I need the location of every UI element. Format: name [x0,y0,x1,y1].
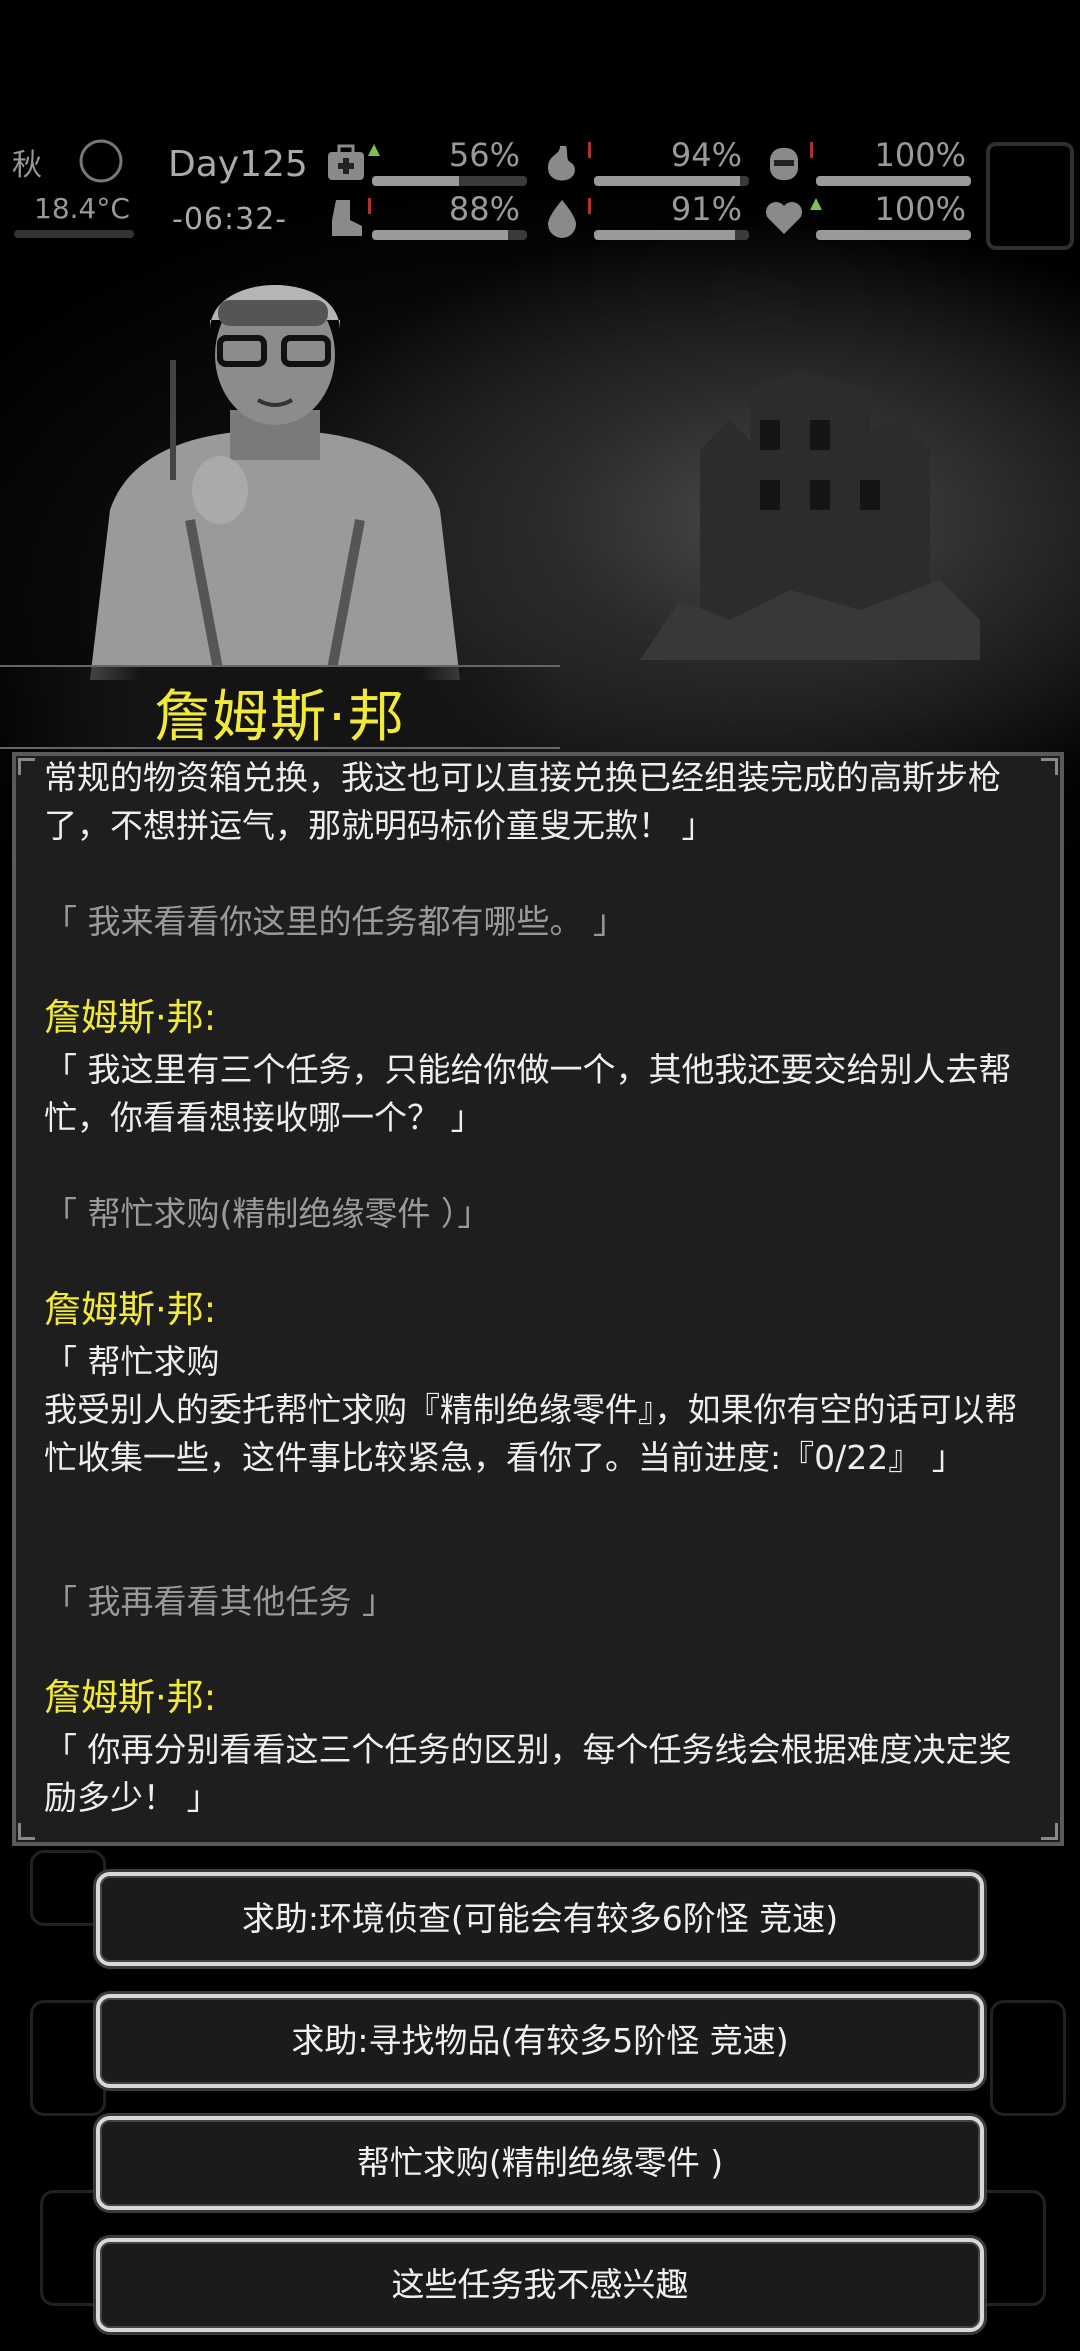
ruined-building-illustration [640,360,980,660]
option-purchase-parts-button[interactable]: 帮忙求购(精制绝缘零件 ) [96,2116,984,2210]
status-hud: 秋 18.4°C Day125 -06:32- 56% 94% 100% 88%… [0,136,1080,250]
water-drop-icon [540,196,584,240]
trend-down-icon [810,142,813,158]
frame-corner [18,1823,35,1840]
stamina-bar [816,176,971,186]
frame-corner [1041,758,1058,775]
dialog-speaker-name: 詹姆斯·邦: [44,1288,217,1331]
stamina-bar-fill [816,176,971,186]
day-counter: Day125 [168,144,308,185]
dialog-npc-text: 我受别人的委托帮忙求购『精制绝缘零件』，如果你有空的话可以帮忙收集一些，这件事比… [44,1390,1018,1477]
season-label: 秋 [12,148,42,183]
background-panel [990,2000,1066,2116]
dialog-npc-text: 「 我这里有三个任务，只能给你做一个，其他我还要交给别人去帮忙，你看看想接收哪一… [44,1050,1012,1137]
trend-down-icon [588,142,591,158]
dialog-speaker-name: 詹姆斯·邦: [44,1676,217,1719]
thirst-bar-fill [594,230,736,240]
trend-down-icon [588,198,591,214]
hunger-bar [594,176,749,186]
clock-time: -06:32- [172,202,288,237]
dialog-npc-text: 常规的物资箱兑换，我这也可以直接兑换已经组装完成的高斯步枪了，不想拼运气，那就明… [44,758,1001,845]
dialog-npc-text: 「 帮忙求购 [44,1342,220,1381]
temperature-bar [14,230,134,238]
npc-name: 詹姆斯·邦 [154,685,406,750]
dialog-speaker-name: 詹姆斯·邦: [44,996,217,1039]
temperature-label: 18.4°C [34,192,130,225]
hunger-value: 94% [670,136,742,174]
mood-value: 100% [874,190,966,228]
moon-icon [78,138,124,184]
option-environment-scout-button[interactable]: 求助:环境侦查(可能会有较多6阶怪 竞速) [96,1872,984,1966]
mood-bar-fill [816,230,971,240]
background-panel [30,2000,106,2116]
menu-slot[interactable] [986,142,1074,250]
boot-bar-fill [372,230,509,240]
dialog-player-choice: 「 我来看看你这里的任务都有哪些。 」 [44,902,626,941]
health-bar-fill [372,176,459,186]
heart-icon [762,196,806,240]
stomach-icon [540,142,584,186]
npc-portrait [70,260,480,681]
option-find-items-button[interactable]: 求助:寻找物品(有较多5阶怪 竞速) [96,1994,984,2088]
bladder-icon [762,142,806,186]
dialog-player-choice: 「 帮忙求购(精制绝缘零件 ）」 [44,1194,491,1233]
hunger-bar-fill [594,176,740,186]
frame-corner [1041,1823,1058,1840]
thirst-value: 91% [670,190,742,228]
stamina-value: 100% [874,136,966,174]
frame-corner [18,758,35,775]
option-not-interested-button[interactable]: 这些任务我不感兴趣 [96,2238,984,2332]
health-bar [372,176,527,186]
boot-value: 88% [448,190,520,228]
medkit-icon [324,142,368,186]
background-panel [30,1850,106,1926]
mood-bar [816,230,971,240]
dialog-player-choice: 「 我再看看其他任务 」 [44,1582,395,1621]
boot-bar [372,230,527,240]
boot-icon [324,196,368,240]
dialog-npc-text: 「 你再分别看看这三个任务的区别，每个任务线会根据难度决定奖励多少！ 」 [44,1730,1012,1817]
thirst-bar [594,230,749,240]
health-value: 56% [448,136,520,174]
dialog-log[interactable]: 常规的物资箱兑换，我这也可以直接兑换已经组装完成的高斯步枪了，不想拼运气，那就明… [12,752,1064,1846]
